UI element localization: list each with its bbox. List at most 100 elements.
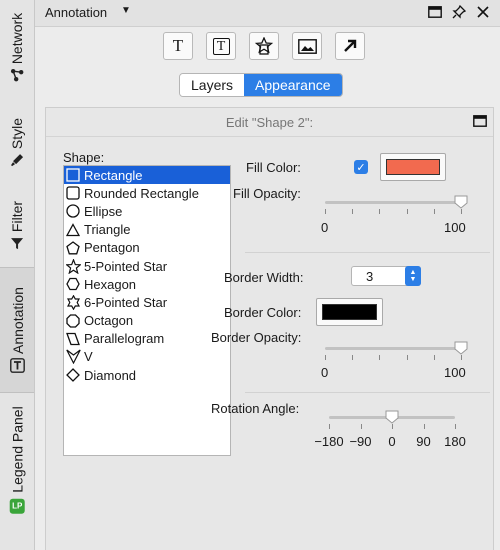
diamond-icon (66, 367, 84, 383)
funnel-icon (10, 236, 24, 252)
border-opacity-min: 0 (321, 365, 329, 380)
layers-appearance-tabs: Layers Appearance (179, 73, 343, 97)
list-item[interactable]: Rectangle (64, 166, 230, 185)
tab-style-label: Style (9, 117, 25, 150)
border-opacity-slider[interactable] (325, 341, 468, 371)
fill-opacity-max: 100 (444, 220, 466, 235)
list-item[interactable]: 5-Pointed Star (64, 257, 230, 275)
parallelogram-icon (66, 331, 84, 347)
slider-tick (406, 209, 408, 214)
rounded-rectangle-icon (66, 185, 84, 201)
slider-tick (360, 424, 362, 429)
border-width-label: Border Width: (224, 270, 304, 285)
add-image-button[interactable] (292, 32, 322, 60)
shapes-icon (254, 37, 274, 55)
list-item[interactable]: Ellipse (64, 202, 230, 220)
slider-thumb[interactable] (385, 410, 399, 424)
add-bounded-text-button[interactable]: T (206, 32, 236, 60)
fill-opacity-slider[interactable] (325, 195, 468, 225)
slider-tick (325, 355, 326, 360)
slider-tick (352, 355, 354, 360)
add-text-button[interactable]: T (163, 32, 193, 60)
bounded-text-icon: T (212, 37, 230, 55)
border-color-button[interactable] (316, 298, 383, 326)
list-item[interactable]: Pentagon (64, 239, 230, 257)
panel-menu-dropdown-icon[interactable]: ▼ (121, 5, 131, 16)
list-item[interactable]: Parallelogram (64, 330, 230, 348)
slider-tick (379, 355, 381, 360)
fill-color-button[interactable] (380, 153, 446, 181)
annotation-toolbar: T T (35, 32, 500, 62)
slider-tick (461, 209, 462, 214)
tab-appearance[interactable]: Appearance (244, 74, 342, 96)
list-item[interactable]: Rounded Rectangle (64, 184, 230, 202)
side-tab-strip: Network Style Filter Annotation LP Legen… (0, 0, 35, 550)
slider-tick (406, 355, 408, 360)
tab-legend-panel[interactable]: LP Legend Panel (0, 394, 34, 524)
shape-label: Shape: (63, 150, 105, 165)
slider-tick (325, 209, 326, 214)
tab-style[interactable]: Style (0, 100, 34, 186)
list-item[interactable]: Octagon (64, 312, 230, 330)
slider-tick (352, 209, 354, 214)
arrow-icon (344, 39, 357, 52)
list-item[interactable]: V (64, 348, 230, 366)
tab-annotation[interactable]: Annotation (0, 267, 34, 393)
fill-color-label: Fill Color: (246, 160, 301, 175)
add-arrow-button[interactable] (335, 32, 365, 60)
legend-panel-icon: LP (9, 496, 25, 514)
slider-tick (423, 424, 425, 429)
slider-tick (433, 355, 435, 360)
slider-tick (379, 209, 381, 214)
list-item[interactable]: Diamond (64, 366, 230, 384)
panel-title-bar: Annotation ▼ (35, 0, 500, 27)
border-opacity-max: 100 (444, 365, 466, 380)
border-color-label: Border Color: (224, 305, 302, 320)
brush-icon (10, 153, 24, 169)
list-item[interactable]: 6-Pointed Star (64, 293, 230, 311)
panel-title: Annotation (45, 5, 108, 20)
border-width-spinner[interactable]: 3 ▲ ▼ (351, 266, 421, 286)
network-icon (10, 68, 24, 84)
maximize-icon[interactable] (473, 115, 487, 130)
image-icon (297, 38, 317, 54)
slider-tick (329, 424, 330, 429)
edit-panel-title: Edit "Shape 2": (225, 115, 314, 130)
rectangle-icon (66, 167, 84, 183)
border-color-swatch (322, 304, 377, 320)
slider-tick (433, 209, 435, 214)
spinner-arrows-icon[interactable]: ▲ ▼ (405, 266, 421, 286)
text-icon: T (172, 36, 184, 55)
tab-legend-panel-label: Legend Panel (9, 405, 26, 493)
list-item[interactable]: Triangle (64, 221, 230, 239)
hexagon-icon (66, 276, 84, 292)
tab-network[interactable]: Network (0, 0, 34, 95)
pin-icon[interactable] (451, 4, 467, 20)
float-window-icon[interactable] (427, 4, 443, 20)
tab-filter[interactable]: Filter (0, 190, 34, 262)
fill-color-checkbox[interactable]: ✓ (354, 160, 368, 174)
rotation-tick-label: 180 (444, 434, 466, 449)
star-icon (66, 258, 84, 274)
tab-layers[interactable]: Layers (180, 74, 245, 96)
pentagon-icon (66, 240, 84, 256)
separator (245, 252, 490, 253)
separator (245, 392, 490, 393)
slider-tick (392, 424, 393, 429)
slider-thumb[interactable] (454, 195, 468, 209)
add-shape-button[interactable] (249, 32, 279, 60)
edit-panel-header: Edit "Shape 2": (46, 108, 493, 137)
annotation-panel: Annotation ▼ T T Layers Appearance Edit … (35, 0, 500, 550)
slider-thumb[interactable] (454, 341, 468, 355)
close-icon[interactable] (475, 4, 491, 20)
octagon-icon (66, 313, 84, 329)
annotation-text-icon (9, 357, 25, 374)
checkmark-icon: ✓ (356, 161, 366, 174)
list-item[interactable]: Hexagon (64, 275, 230, 293)
fill-color-swatch (386, 159, 440, 175)
shape-list[interactable]: Rectangle Rounded Rectangle Ellipse Tria… (63, 165, 231, 456)
tab-network-label: Network (9, 12, 26, 64)
fill-opacity-label: Fill Opacity: (233, 186, 301, 201)
border-width-value: 3 (366, 269, 374, 284)
border-opacity-label: Border Opacity: (211, 330, 302, 345)
